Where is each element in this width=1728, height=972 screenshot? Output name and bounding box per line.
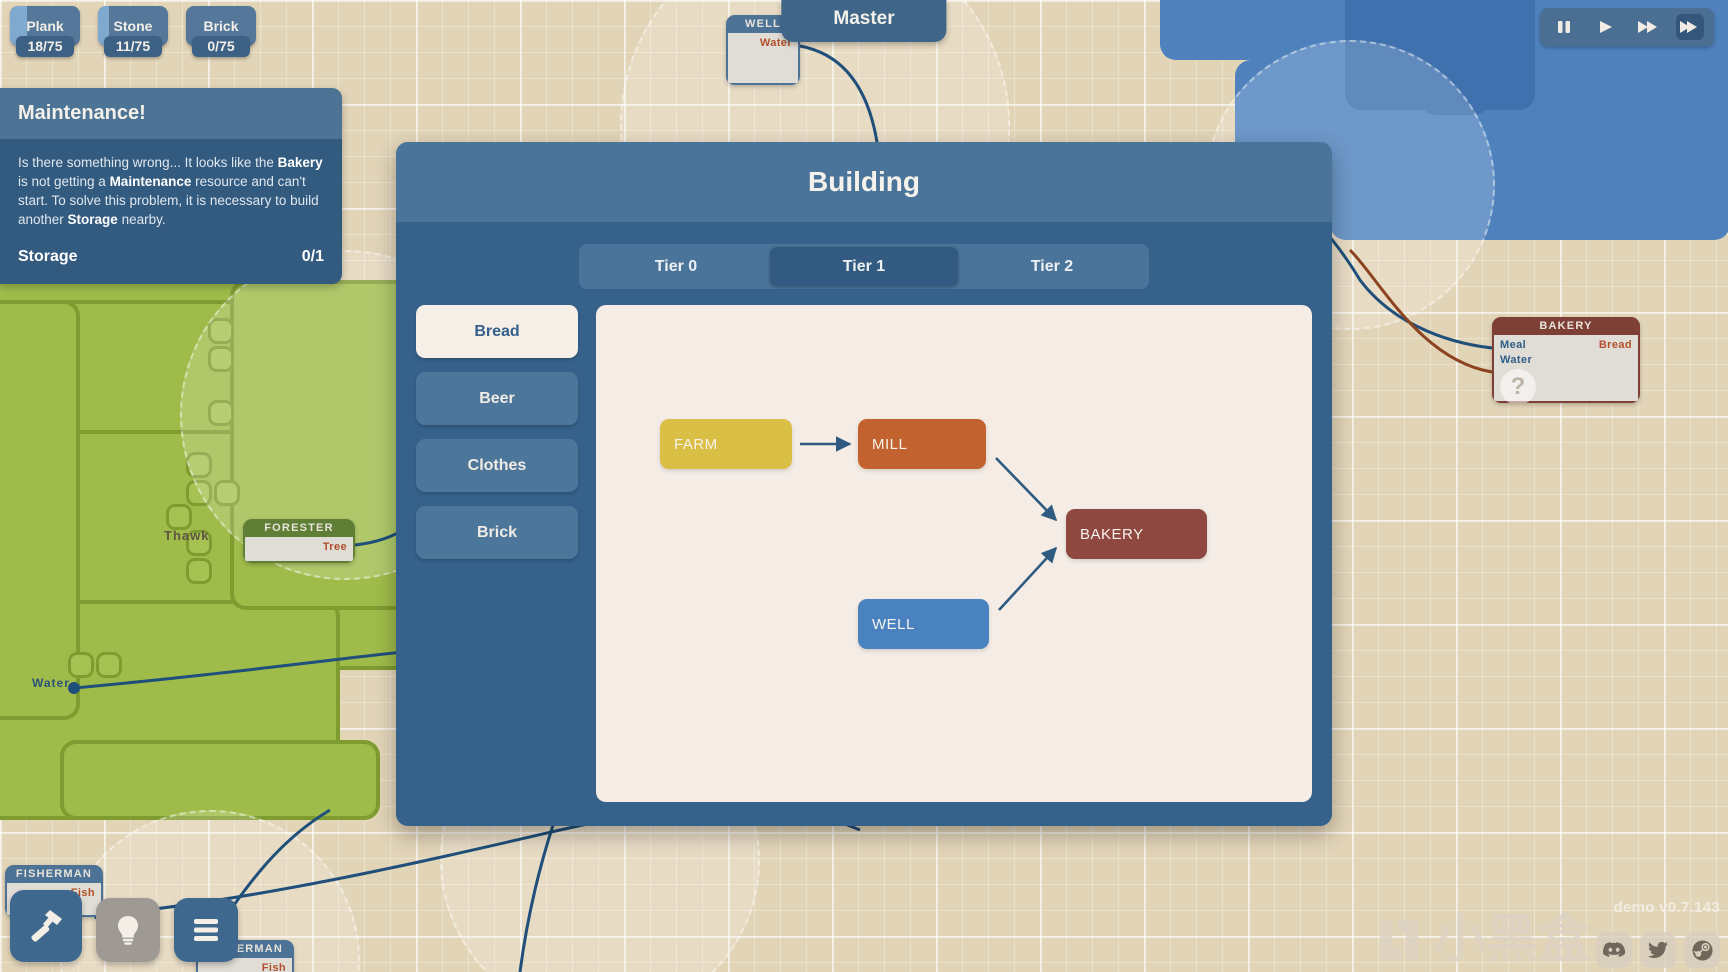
map-building-bakery[interactable]: BAKERY Meal Bread Water ? <box>1492 317 1640 404</box>
category-item-beer[interactable]: Beer <box>416 372 578 425</box>
building-output-water: Water <box>759 37 792 50</box>
master-tab[interactable]: Master <box>781 0 947 42</box>
twitter-icon <box>1648 941 1668 958</box>
requirement-value: 0/1 <box>301 247 324 265</box>
building-title: FORESTER <box>264 522 334 534</box>
resource-chip-plank[interactable]: Plank 18/75 <box>10 6 80 57</box>
chain-edge-mill-to-bakery <box>995 457 1058 522</box>
tree-dot <box>68 652 94 678</box>
building-input-meal: Meal <box>1500 339 1527 352</box>
hammer-icon <box>31 910 62 942</box>
menu-tool-button[interactable] <box>174 898 238 962</box>
social-links <box>1596 932 1720 968</box>
resource-amount: 11/75 <box>104 36 162 57</box>
chain-node-well[interactable]: WELL <box>858 599 989 649</box>
fastest-forward-icon <box>1680 21 1697 33</box>
tier-tab-row: Tier 0 Tier 1 Tier 2 <box>396 222 1332 305</box>
forest-region <box>60 740 380 820</box>
notification-title: Maintenance! <box>0 88 342 139</box>
pause-button[interactable] <box>1550 14 1578 40</box>
building-dialog[interactable]: Building Tier 0 Tier 1 Tier 2 Bread Beer… <box>396 142 1332 826</box>
discord-icon <box>1603 942 1625 957</box>
tab-tier-2[interactable]: Tier 2 <box>958 247 1146 286</box>
resource-name: Brick <box>203 18 239 34</box>
play-button[interactable] <box>1592 14 1620 40</box>
wire-label-water: Water <box>32 676 70 690</box>
pause-icon <box>1558 21 1570 33</box>
question-mark-icon: ? <box>1500 369 1536 404</box>
chain-node-mill[interactable]: MILL <box>858 419 986 469</box>
resource-chip-stone[interactable]: Stone 11/75 <box>98 6 168 57</box>
building-title: BAKERY <box>1539 320 1593 332</box>
chain-node-bakery[interactable]: BAKERY <box>1066 509 1207 559</box>
category-item-clothes[interactable]: Clothes <box>416 439 578 492</box>
resource-bar: Plank 18/75 Stone 11/75 Brick 0/75 <box>10 6 256 57</box>
tree-dot <box>96 652 122 678</box>
lightbulb-icon <box>118 916 138 945</box>
tab-tier-0[interactable]: Tier 0 <box>582 247 770 286</box>
building-output-tree: Tree <box>322 541 347 554</box>
map-building-forester[interactable]: FORESTER Tree <box>243 519 355 564</box>
water-region <box>1680 160 1728 230</box>
building-title: FISHERMAN <box>15 868 93 880</box>
requirement-label: Storage <box>18 247 78 265</box>
tree-dot <box>166 504 192 530</box>
fast-forward-button[interactable] <box>1634 14 1662 40</box>
notification-panel[interactable]: Maintenance! Is there something wrong...… <box>0 88 342 284</box>
resource-amount: 0/75 <box>192 36 250 57</box>
category-item-bread[interactable]: Bread <box>416 305 578 358</box>
hamburger-menu-icon <box>194 919 218 941</box>
chain-node-farm[interactable]: FARM <box>660 419 792 469</box>
dialog-title: Building <box>808 166 920 197</box>
speed-control-bar <box>1540 8 1714 46</box>
watermark-logo: 小黑盒 <box>1372 914 1590 968</box>
watermark: 小黑盒 <box>1372 914 1720 968</box>
tab-tier-1[interactable]: Tier 1 <box>770 247 958 286</box>
play-icon <box>1600 21 1612 33</box>
tree-dot <box>186 558 212 584</box>
steam-icon <box>1691 939 1713 961</box>
fastest-forward-button[interactable] <box>1676 14 1704 40</box>
xiaoheihe-logo-icon <box>1379 920 1418 960</box>
category-item-brick[interactable]: Brick <box>416 506 578 559</box>
notification-body: Is there something wrong... It looks lik… <box>0 139 342 284</box>
map-label-thawk: Thawk <box>164 528 210 543</box>
fast-forward-icon <box>1638 21 1657 33</box>
resource-name: Plank <box>26 18 64 34</box>
category-list: Bread Beer Clothes Brick <box>416 305 578 802</box>
building-input-water: Water <box>1500 354 1533 367</box>
steam-button[interactable] <box>1684 932 1720 968</box>
watermark-text: 小黑盒 <box>1433 910 1590 971</box>
production-chain-canvas[interactable]: FARM MILL BAKERY WELL <box>596 305 1312 802</box>
resource-amount: 18/75 <box>16 36 74 57</box>
dialog-main: Bread Beer Clothes Brick FARM MILL BAKERY W… <box>396 305 1332 826</box>
resource-chip-brick[interactable]: Brick 0/75 <box>186 6 256 57</box>
building-output-bread: Bread <box>1598 339 1632 352</box>
notification-text: Is there something wrong... It looks lik… <box>18 155 323 228</box>
hint-tool-button[interactable] <box>96 898 160 962</box>
resource-name: Stone <box>113 18 153 34</box>
chain-edge-well-to-bakery <box>998 546 1058 611</box>
bottom-toolbar <box>10 890 238 962</box>
discord-button[interactable] <box>1596 932 1632 968</box>
master-tab-label: Master <box>833 8 895 29</box>
notification-requirement: Storage 0/1 <box>18 248 324 266</box>
build-tool-button[interactable] <box>10 890 82 962</box>
dialog-title-bar: Building <box>396 142 1332 222</box>
building-output-fish: Fish <box>261 962 286 972</box>
twitter-button[interactable] <box>1640 932 1676 968</box>
